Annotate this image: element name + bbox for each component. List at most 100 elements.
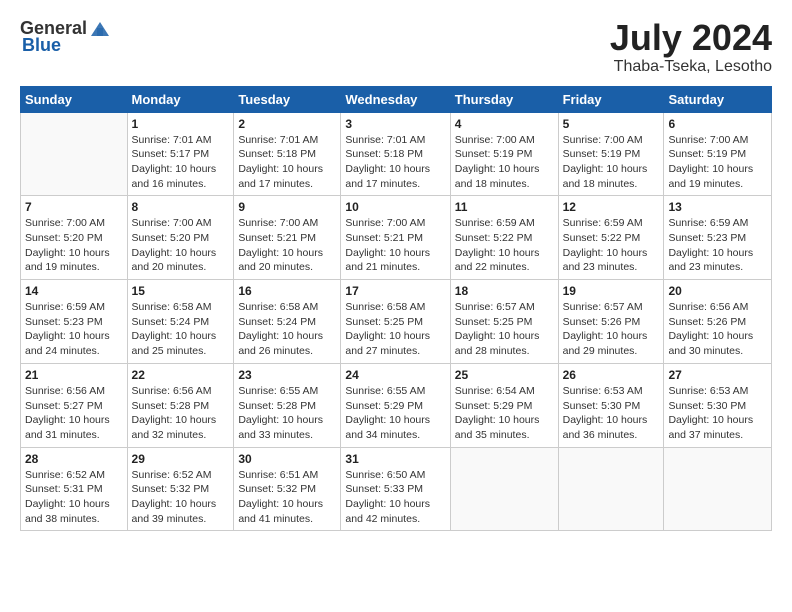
table-row: 24 Sunrise: 6:55 AMSunset: 5:29 PMDayligh…	[341, 363, 450, 447]
day-number: 6	[668, 117, 767, 131]
table-row: 4 Sunrise: 7:00 AMSunset: 5:19 PMDaylight…	[450, 112, 558, 196]
table-row: 5 Sunrise: 7:00 AMSunset: 5:19 PMDaylight…	[558, 112, 664, 196]
table-row: 11Sunrise: 6:59 AMSunset: 5:22 PMDayligh…	[450, 196, 558, 280]
table-row: 1 Sunrise: 7:01 AMSunset: 5:17 PMDaylight…	[127, 112, 234, 196]
day-number: 2	[238, 117, 336, 131]
day-info: Sunrise: 6:58 AMSunset: 5:24 PMDaylight:…	[238, 300, 336, 359]
day-info: Sunrise: 6:53 AMSunset: 5:30 PMDaylight:…	[563, 384, 660, 443]
day-number: 16	[238, 284, 336, 298]
day-number: 3	[345, 117, 445, 131]
table-row: 23 Sunrise: 6:55 AMSunset: 5:28 PMDayligh…	[234, 363, 341, 447]
logo-blue-text: Blue	[22, 36, 61, 56]
table-row: 16 Sunrise: 6:58 AMSunset: 5:24 PMDayligh…	[234, 280, 341, 364]
day-number: 9	[238, 200, 336, 214]
day-number: 30	[238, 452, 336, 466]
day-number: 27	[668, 368, 767, 382]
table-row: 19 Sunrise: 6:57 AMSunset: 5:26 PMDayligh…	[558, 280, 664, 364]
header: General Blue July 2024 Thaba-Tseka, Leso…	[20, 18, 772, 76]
day-number: 10	[345, 200, 445, 214]
day-number: 5	[563, 117, 660, 131]
table-row: 17 Sunrise: 6:58 AMSunset: 5:25 PMDayligh…	[341, 280, 450, 364]
table-row: 27Sunrise: 6:53 AMSunset: 5:30 PMDayligh…	[664, 363, 772, 447]
day-info: Sunrise: 6:52 AMSunset: 5:31 PMDaylight:…	[25, 468, 123, 527]
day-info: Sunrise: 6:58 AMSunset: 5:24 PMDaylight:…	[132, 300, 230, 359]
day-info: Sunrise: 6:59 AMSunset: 5:22 PMDaylight:…	[563, 216, 660, 275]
table-row	[450, 447, 558, 531]
day-info: Sunrise: 6:55 AMSunset: 5:29 PMDaylight:…	[345, 384, 445, 443]
day-number: 26	[563, 368, 660, 382]
day-info: Sunrise: 7:00 AMSunset: 5:19 PMDaylight:…	[668, 133, 767, 192]
col-friday: Friday	[558, 86, 664, 112]
col-sunday: Sunday	[21, 86, 128, 112]
table-row	[558, 447, 664, 531]
day-number: 19	[563, 284, 660, 298]
day-number: 22	[132, 368, 230, 382]
day-info: Sunrise: 6:58 AMSunset: 5:25 PMDaylight:…	[345, 300, 445, 359]
day-info: Sunrise: 6:56 AMSunset: 5:27 PMDaylight:…	[25, 384, 123, 443]
day-number: 12	[563, 200, 660, 214]
logo-icon	[89, 18, 111, 40]
day-info: Sunrise: 7:01 AMSunset: 5:18 PMDaylight:…	[345, 133, 445, 192]
table-row: 29Sunrise: 6:52 AMSunset: 5:32 PMDayligh…	[127, 447, 234, 531]
day-number: 20	[668, 284, 767, 298]
day-number: 4	[455, 117, 554, 131]
table-row: 3 Sunrise: 7:01 AMSunset: 5:18 PMDaylight…	[341, 112, 450, 196]
day-number: 18	[455, 284, 554, 298]
day-number: 1	[132, 117, 230, 131]
day-number: 14	[25, 284, 123, 298]
day-number: 8	[132, 200, 230, 214]
table-row: 20 Sunrise: 6:56 AMSunset: 5:26 PMDayligh…	[664, 280, 772, 364]
day-number: 15	[132, 284, 230, 298]
table-row	[21, 112, 128, 196]
day-info: Sunrise: 6:59 AMSunset: 5:23 PMDaylight:…	[25, 300, 123, 359]
day-info: Sunrise: 7:00 AMSunset: 5:21 PMDaylight:…	[238, 216, 336, 275]
day-info: Sunrise: 6:56 AMSunset: 5:28 PMDaylight:…	[132, 384, 230, 443]
day-number: 24	[345, 368, 445, 382]
day-number: 29	[132, 452, 230, 466]
logo: General Blue	[20, 18, 111, 56]
table-row: 26 Sunrise: 6:53 AMSunset: 5:30 PMDayligh…	[558, 363, 664, 447]
day-info: Sunrise: 7:01 AMSunset: 5:18 PMDaylight:…	[238, 133, 336, 192]
col-thursday: Thursday	[450, 86, 558, 112]
day-number: 7	[25, 200, 123, 214]
day-number: 23	[238, 368, 336, 382]
col-wednesday: Wednesday	[341, 86, 450, 112]
calendar-subtitle: Thaba-Tseka, Lesotho	[610, 58, 772, 76]
table-row: 28 Sunrise: 6:52 AMSunset: 5:31 PMDayligh…	[21, 447, 128, 531]
table-row: 2 Sunrise: 7:01 AMSunset: 5:18 PMDaylight…	[234, 112, 341, 196]
day-info: Sunrise: 7:00 AMSunset: 5:19 PMDaylight:…	[563, 133, 660, 192]
header-row: Sunday Monday Tuesday Wednesday Thursday…	[21, 86, 772, 112]
day-number: 28	[25, 452, 123, 466]
col-tuesday: Tuesday	[234, 86, 341, 112]
day-number: 13	[668, 200, 767, 214]
day-info: Sunrise: 6:57 AMSunset: 5:25 PMDaylight:…	[455, 300, 554, 359]
calendar-week-4: 28 Sunrise: 6:52 AMSunset: 5:31 PMDayligh…	[21, 447, 772, 531]
day-info: Sunrise: 6:54 AMSunset: 5:29 PMDaylight:…	[455, 384, 554, 443]
table-row: 10 Sunrise: 7:00 AMSunset: 5:21 PMDayligh…	[341, 196, 450, 280]
table-row: 13 Sunrise: 6:59 AMSunset: 5:23 PMDayligh…	[664, 196, 772, 280]
table-row: 21Sunrise: 6:56 AMSunset: 5:27 PMDayligh…	[21, 363, 128, 447]
day-number: 31	[345, 452, 445, 466]
table-row: 7Sunrise: 7:00 AMSunset: 5:20 PMDaylight…	[21, 196, 128, 280]
calendar-week-2: 14 Sunrise: 6:59 AMSunset: 5:23 PMDayligh…	[21, 280, 772, 364]
day-info: Sunrise: 6:56 AMSunset: 5:26 PMDaylight:…	[668, 300, 767, 359]
day-info: Sunrise: 6:59 AMSunset: 5:23 PMDaylight:…	[668, 216, 767, 275]
day-info: Sunrise: 7:00 AMSunset: 5:20 PMDaylight:…	[132, 216, 230, 275]
table-row: 15 Sunrise: 6:58 AMSunset: 5:24 PMDayligh…	[127, 280, 234, 364]
table-row: 30Sunrise: 6:51 AMSunset: 5:32 PMDayligh…	[234, 447, 341, 531]
day-number: 17	[345, 284, 445, 298]
day-info: Sunrise: 7:00 AMSunset: 5:21 PMDaylight:…	[345, 216, 445, 275]
day-info: Sunrise: 6:57 AMSunset: 5:26 PMDaylight:…	[563, 300, 660, 359]
page: General Blue July 2024 Thaba-Tseka, Leso…	[0, 0, 792, 541]
day-info: Sunrise: 7:01 AMSunset: 5:17 PMDaylight:…	[132, 133, 230, 192]
table-row: 14 Sunrise: 6:59 AMSunset: 5:23 PMDayligh…	[21, 280, 128, 364]
day-info: Sunrise: 7:00 AMSunset: 5:19 PMDaylight:…	[455, 133, 554, 192]
title-block: July 2024 Thaba-Tseka, Lesotho	[610, 18, 772, 76]
day-info: Sunrise: 6:50 AMSunset: 5:33 PMDaylight:…	[345, 468, 445, 527]
day-info: Sunrise: 6:55 AMSunset: 5:28 PMDaylight:…	[238, 384, 336, 443]
table-row: 25 Sunrise: 6:54 AMSunset: 5:29 PMDayligh…	[450, 363, 558, 447]
day-number: 25	[455, 368, 554, 382]
calendar-week-0: 1 Sunrise: 7:01 AMSunset: 5:17 PMDaylight…	[21, 112, 772, 196]
col-saturday: Saturday	[664, 86, 772, 112]
day-number: 11	[455, 200, 554, 214]
